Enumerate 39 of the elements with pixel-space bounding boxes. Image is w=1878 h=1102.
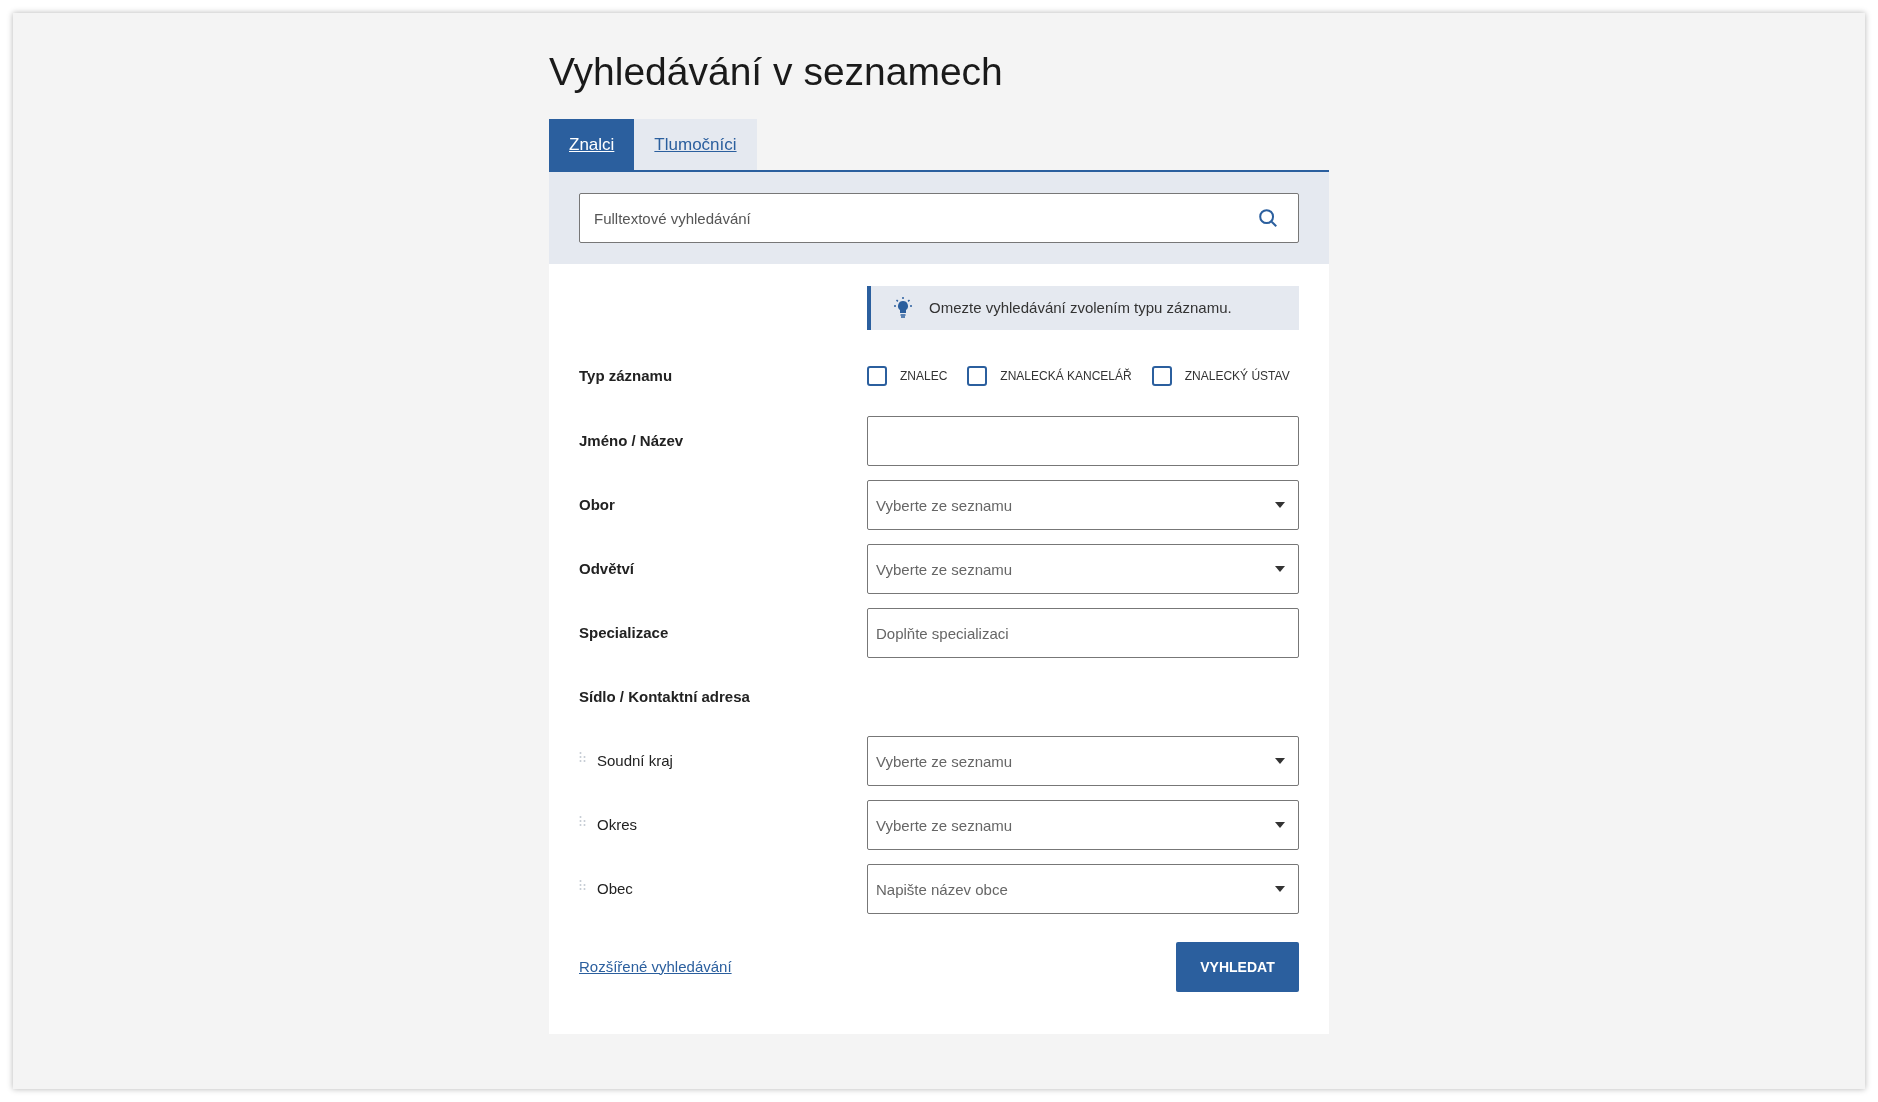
- tab[interactable]: Znalci: [549, 119, 635, 170]
- field-label: Odvětví: [579, 558, 635, 579]
- field-label: Obec: [597, 878, 633, 899]
- field-label: Specializace: [579, 622, 669, 643]
- text-field[interactable]: Doplňte specializaci: [867, 608, 1299, 658]
- field-label: Jméno / Název: [579, 430, 684, 451]
- caret-icon: [1275, 502, 1285, 508]
- field-label: Typ záznamu: [579, 365, 674, 386]
- hint-text: Omezte vyhledávání zvolením typu záznamu.: [929, 297, 1232, 318]
- checkbox[interactable]: [967, 366, 988, 386]
- advanced-search-link[interactable]: Rozšířené vyhledávání: [579, 955, 732, 979]
- search-icon[interactable]: [1257, 207, 1279, 229]
- text-field[interactable]: [867, 416, 1299, 466]
- field-label: Obor: [579, 494, 615, 515]
- field-label: Okres: [597, 814, 637, 835]
- caret-icon: [1275, 822, 1285, 828]
- search-field[interactable]: Fulltextové vyhledávání: [579, 193, 1299, 243]
- field-label: Soudní kraj: [597, 750, 673, 771]
- caret-icon: [1275, 758, 1285, 764]
- section-heading: Sídlo / Kontaktní adresa: [579, 686, 750, 707]
- caret-icon: [1275, 886, 1285, 892]
- dropdown-field[interactable]: Vyberte ze seznamu: [867, 800, 1299, 850]
- drag-dots-icon: [579, 752, 587, 764]
- search-button[interactable]: VYHLEDAT: [1176, 942, 1299, 992]
- dropdown-field[interactable]: Vyberte ze seznamu: [867, 544, 1299, 594]
- dropdown-field[interactable]: Vyberte ze seznamu: [867, 736, 1299, 786]
- page-title: Vyhledávání v seznamech: [549, 49, 1004, 95]
- checkbox-label: ZNALEC: [900, 368, 948, 385]
- checkbox-label: ZNALECKÝ ÚSTAV: [1184, 367, 1290, 385]
- checkbox[interactable]: [1151, 366, 1172, 386]
- tab[interactable]: Tlumočníci: [634, 119, 757, 170]
- drag-dots-icon: [579, 880, 587, 892]
- checkbox-label: ZNALECKÁ KANCELÁŘ: [1000, 367, 1132, 385]
- checkbox[interactable]: [867, 366, 887, 386]
- dropdown-field[interactable]: Vyberte ze seznamu: [867, 480, 1299, 530]
- dropdown-field[interactable]: Napište název obce: [867, 864, 1299, 914]
- drag-dots-icon: [579, 816, 587, 828]
- caret-icon: [1275, 566, 1285, 572]
- lightbulb-icon: [891, 296, 915, 320]
